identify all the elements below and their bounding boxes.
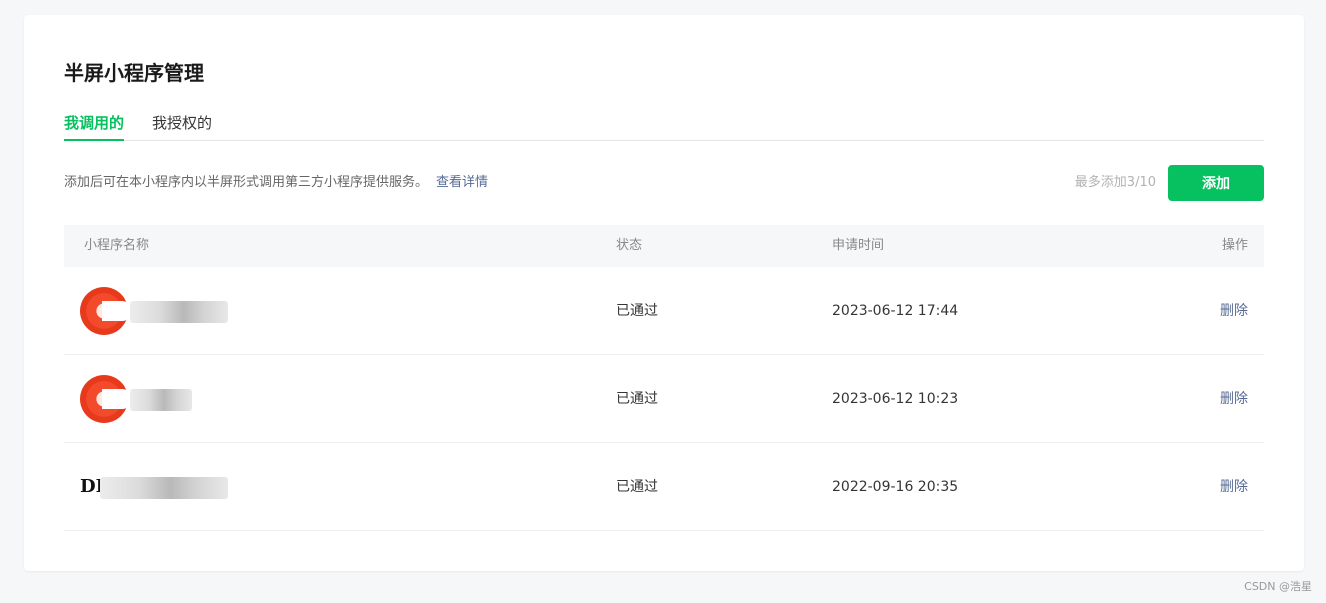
apply-time: 2022-09-16 20:35 (832, 479, 959, 495)
tab-bar: 我调用的 我授权的 (64, 112, 1264, 141)
app-logo-icon (80, 375, 132, 423)
mini-program-table: 小程序名称 状态 申请时间 操作 已通过 2023-06-12 17:44 删除… (64, 225, 1264, 531)
blurred-app-name (130, 389, 192, 411)
app-name-cell (80, 287, 240, 335)
delete-link[interactable]: 删除 (1220, 267, 1248, 355)
app-name-cell (80, 375, 240, 423)
status-text: 已通过 (616, 479, 658, 495)
header-action: 操作 (1221, 238, 1248, 253)
table-row: 已通过 2023-06-12 10:23 删除 (64, 355, 1264, 443)
tab-my-calls[interactable]: 我调用的 (64, 112, 125, 141)
blurred-app-name (100, 477, 228, 499)
tab-my-authorized[interactable]: 我授权的 (152, 112, 212, 141)
table-row: DI 已通过 2022-09-16 20:35 删除 (64, 443, 1264, 531)
page-title: 半屏小程序管理 (64, 61, 204, 85)
header-name: 小程序名称 (84, 238, 150, 253)
table-header: 小程序名称 状态 申请时间 操作 (64, 225, 1264, 267)
add-button[interactable]: 添加 (1168, 165, 1264, 201)
main-card: 半屏小程序管理 我调用的 我授权的 添加后可在本小程序内以半屏形式调用第三方小程… (24, 15, 1304, 571)
intro-description: 添加后可在本小程序内以半屏形式调用第三方小程序提供服务。 查看详情 (64, 174, 488, 192)
header-apply-time: 申请时间 (832, 238, 885, 253)
blurred-app-name (130, 301, 228, 323)
app-name-cell: DI (80, 463, 240, 511)
delete-link[interactable]: 删除 (1220, 355, 1248, 443)
delete-link[interactable]: 删除 (1220, 443, 1248, 531)
view-details-link[interactable]: 查看详情 (436, 175, 488, 190)
status-text: 已通过 (616, 391, 658, 407)
intro-text: 添加后可在本小程序内以半屏形式调用第三方小程序提供服务。 (64, 175, 429, 190)
add-limit-text: 最多添加3/10 (1074, 175, 1156, 190)
apply-time: 2023-06-12 10:23 (832, 391, 959, 407)
apply-time: 2023-06-12 17:44 (832, 303, 959, 319)
status-text: 已通过 (616, 303, 658, 319)
table-row: 已通过 2023-06-12 17:44 删除 (64, 267, 1264, 355)
app-logo-icon (80, 287, 132, 335)
header-status: 状态 (616, 238, 643, 253)
watermark-footer: CSDN @浩星 (1244, 580, 1312, 593)
